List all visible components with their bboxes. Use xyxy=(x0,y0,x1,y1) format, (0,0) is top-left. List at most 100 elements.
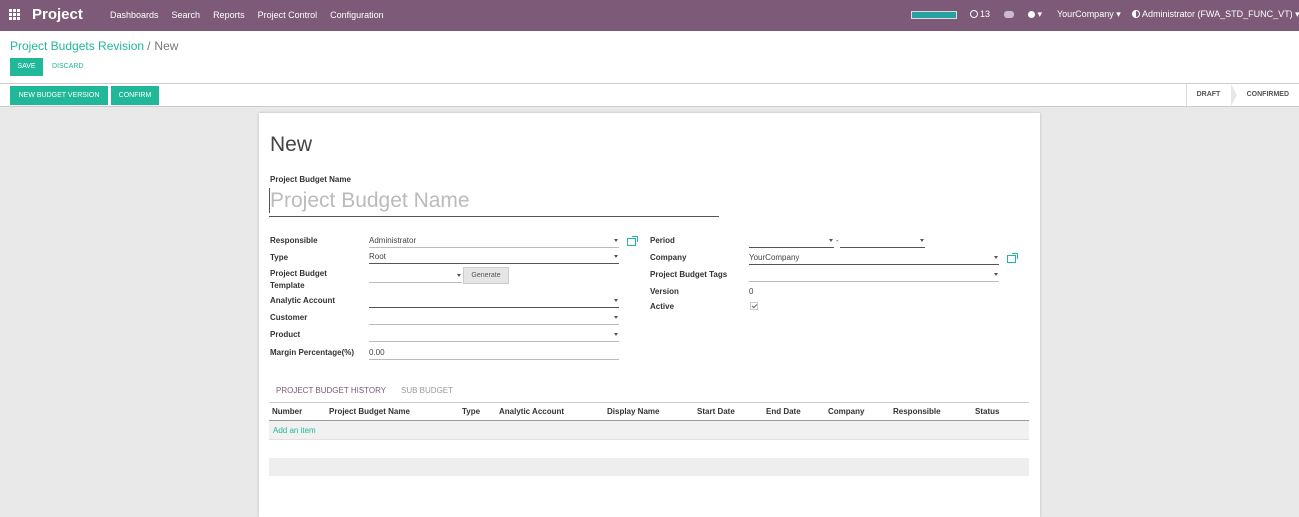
chevron-down-icon xyxy=(829,239,833,242)
chevron-down-icon xyxy=(994,256,998,259)
add-item-row: Add an item xyxy=(269,421,1029,440)
period-start-field[interactable] xyxy=(749,235,834,248)
notifications-count: 13 xyxy=(980,9,991,19)
breadcrumb: Project Budgets Revision / New xyxy=(10,39,178,53)
template-label-line2: Template xyxy=(270,281,305,290)
discard-button[interactable]: Discard xyxy=(52,63,84,70)
external-link-icon[interactable] xyxy=(627,236,638,246)
state-confirmed[interactable]: Confirmed xyxy=(1237,84,1299,106)
progress-fill xyxy=(912,12,956,18)
apps-menu-icon[interactable] xyxy=(9,9,20,20)
version-label: Version xyxy=(650,287,679,296)
confirm-button[interactable]: Confirm xyxy=(111,86,159,105)
chat-icon xyxy=(1004,11,1014,18)
column-end-date[interactable]: End Date xyxy=(766,407,801,416)
table-footer xyxy=(269,458,1029,476)
responsible-field[interactable]: Administrator xyxy=(369,235,619,248)
column-number[interactable]: Number xyxy=(272,407,302,416)
menu-item-search[interactable]: Search xyxy=(172,10,201,20)
add-item-link[interactable]: Add an item xyxy=(273,426,316,435)
budget-name-label: Project Budget Name xyxy=(270,175,351,184)
company-value: YourCompany xyxy=(749,253,800,262)
product-label: Product xyxy=(270,330,301,339)
chevron-down-icon xyxy=(994,273,998,276)
product-field[interactable] xyxy=(369,329,619,342)
menu-item-project-control[interactable]: Project Control xyxy=(258,10,318,20)
column-type[interactable]: Type xyxy=(462,407,480,416)
menu-item-reports[interactable]: Reports xyxy=(213,10,245,20)
chevron-down-icon xyxy=(614,316,618,319)
period-end-field[interactable] xyxy=(840,235,925,248)
text-cursor xyxy=(269,188,270,213)
breadcrumb-parent[interactable]: Project Budgets Revision xyxy=(10,39,144,53)
chevron-down-icon xyxy=(614,239,618,242)
budget-history-table: Number Project Budget Name Type Analytic… xyxy=(269,403,1029,440)
active-label: Active xyxy=(650,302,675,311)
tab-sub-budget[interactable]: Sub Budget xyxy=(401,386,453,395)
company-field[interactable]: YourCompany xyxy=(749,252,999,265)
column-company[interactable]: Company xyxy=(828,407,864,416)
customer-label: Customer xyxy=(270,313,308,322)
column-start-date[interactable]: Start Date xyxy=(697,407,735,416)
generate-button[interactable]: Generate xyxy=(463,267,509,284)
analytic-account-label: Analytic Account xyxy=(270,296,336,305)
messages[interactable] xyxy=(1004,9,1014,19)
statusbar: New Budget Version Confirm Draft Confirm… xyxy=(0,84,1299,107)
record-title: New xyxy=(270,133,313,156)
form-sheet: New Project Budget Name Project Budget N… xyxy=(259,113,1040,517)
breadcrumb-current: New xyxy=(154,39,179,53)
customer-field[interactable] xyxy=(369,312,619,325)
activity-icon xyxy=(970,10,978,18)
responsible-label: Responsible xyxy=(270,236,318,245)
analytic-account-field[interactable] xyxy=(369,295,619,308)
control-panel: Project Budgets Revision / New Save Discar… xyxy=(0,31,1299,84)
progress-bar xyxy=(911,11,957,19)
external-link-icon[interactable] xyxy=(1007,253,1018,263)
user-menu[interactable]: Administrator (FWA_STD_FUNC_VT) ▾ xyxy=(1132,9,1299,20)
state-draft[interactable]: Draft xyxy=(1185,84,1231,106)
main-menu: Dashboards Search Reports Project Contro… xyxy=(110,10,397,20)
column-status[interactable]: Status xyxy=(975,407,999,416)
type-label: Type xyxy=(270,253,289,262)
chevron-down-icon xyxy=(457,274,461,277)
app-name[interactable]: Project xyxy=(32,6,83,23)
tab-project-budget-history[interactable]: Project Budget History xyxy=(276,386,386,395)
bug-icon xyxy=(1028,11,1035,18)
active-checkbox[interactable] xyxy=(750,302,758,310)
tags-field[interactable] xyxy=(749,269,999,282)
user-name: Administrator (FWA_STD_FUNC_VT) ▾ xyxy=(1142,9,1299,19)
column-display-name[interactable]: Display Name xyxy=(607,407,659,416)
table-header: Number Project Budget Name Type Analytic… xyxy=(269,403,1029,421)
period-separator: - xyxy=(836,236,839,245)
template-field[interactable] xyxy=(369,270,462,283)
company-label: Company xyxy=(650,253,687,262)
chevron-down-icon xyxy=(614,333,618,336)
column-responsible[interactable]: Responsible xyxy=(893,407,941,416)
chevron-down-icon xyxy=(920,239,924,242)
menu-item-configuration[interactable]: Configuration xyxy=(330,10,384,20)
margin-percentage-label: Margin Percentage(%) xyxy=(270,348,355,357)
responsible-value: Administrator xyxy=(369,236,417,245)
template-label-line1: Project Budget xyxy=(270,269,327,278)
menu-item-dashboards[interactable]: Dashboards xyxy=(110,10,159,20)
new-budget-version-button[interactable]: New Budget Version xyxy=(10,86,108,105)
type-select[interactable]: Root xyxy=(369,251,619,264)
debug-menu[interactable]: ▾ xyxy=(1028,9,1042,20)
save-button[interactable]: Save xyxy=(10,58,43,76)
budget-name-input[interactable]: Project Budget Name xyxy=(269,186,719,217)
company-switcher[interactable]: YourCompany ▾ xyxy=(1057,9,1121,20)
top-navbar: Project Dashboards Search Reports Projec… xyxy=(0,0,1299,31)
margin-percentage-input[interactable]: 0.00 xyxy=(369,347,619,360)
column-budget-name[interactable]: Project Budget Name xyxy=(329,407,410,416)
column-analytic-account[interactable]: Analytic Account xyxy=(499,407,564,416)
status-pipeline: Draft Confirmed xyxy=(1185,84,1299,106)
tags-label: Project Budget Tags xyxy=(650,270,728,279)
chevron-down-icon xyxy=(614,299,618,302)
type-value: Root xyxy=(369,252,386,261)
period-label: Period xyxy=(650,236,675,245)
chevron-down-icon xyxy=(614,255,618,258)
notifications[interactable]: 13 xyxy=(970,9,990,19)
debug-caret: ▾ xyxy=(1037,9,1043,19)
avatar-icon xyxy=(1132,10,1140,18)
margin-percentage-value: 0.00 xyxy=(369,348,385,357)
